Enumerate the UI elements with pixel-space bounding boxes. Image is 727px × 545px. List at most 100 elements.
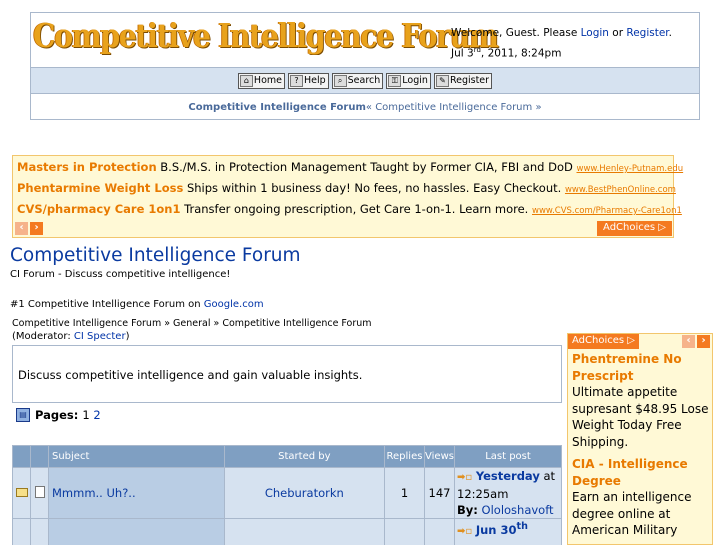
- header-views: Views: [424, 445, 455, 468]
- page-link-2[interactable]: 2: [93, 408, 100, 422]
- ad-nav: ‹ ›: [15, 222, 43, 235]
- last-post-when[interactable]: Yesterday: [476, 469, 540, 483]
- topic-subject-link[interactable]: Mmmm.. Uh?..: [52, 486, 136, 500]
- side-ad-title-text: Phentremine No Prescript: [572, 352, 682, 383]
- last-post-date: Jun 30: [475, 522, 517, 537]
- help-button[interactable]: ? Help: [287, 72, 329, 89]
- page-title: Competitive Intelligence Forum: [10, 245, 301, 266]
- ad-item[interactable]: CVS/pharmacy Care 1on1 Transfer ongoing …: [17, 202, 682, 216]
- home-label: Home: [253, 75, 282, 86]
- topic-starter-link[interactable]: Cheburatorkn: [265, 486, 344, 500]
- last-post-when[interactable]: Jun 30th: [475, 521, 528, 537]
- ad-next-icon[interactable]: ›: [697, 335, 710, 348]
- moderator-link[interactable]: CI Specter: [74, 331, 126, 342]
- ad-url[interactable]: www.BestPhenOnline.com: [565, 185, 676, 195]
- topic-type-cell: [30, 467, 49, 519]
- moderator-prefix: (Moderator:: [12, 331, 74, 342]
- login-label: Login: [402, 75, 428, 86]
- ad-nav: ‹ ›: [682, 335, 710, 348]
- date-sup: rd: [473, 46, 481, 54]
- last-post-arrow-icon[interactable]: ➡▫: [457, 472, 472, 483]
- login-icon: ⚿: [388, 74, 402, 87]
- header-icon2-col: [30, 445, 49, 468]
- side-ad-title[interactable]: Phentremine No Prescript: [572, 351, 710, 384]
- board-description: Discuss competitive intelligence and gai…: [18, 368, 363, 382]
- home-icon: ⌂: [239, 74, 253, 87]
- last-post-date-sup: th: [516, 521, 528, 532]
- ad-next-icon[interactable]: ›: [30, 222, 43, 235]
- welcome-prefix: Welcome, Guest. Please: [451, 27, 581, 39]
- adchoices-badge[interactable]: AdChoices ▷: [597, 221, 672, 236]
- ad-prev-icon[interactable]: ‹: [15, 222, 28, 235]
- table-row: ➡▫ Jun 30th: [12, 518, 562, 545]
- ad-url[interactable]: www.CVS.com/Pharmacy-Care1on1: [532, 206, 682, 216]
- moderator-line: (Moderator: CI Specter): [12, 331, 129, 342]
- side-ad-item[interactable]: Phentremine No Prescript Ultimate appeti…: [572, 351, 710, 450]
- period-text: .: [668, 27, 673, 39]
- home-button[interactable]: ⌂ Home: [237, 72, 285, 89]
- side-ad-title-text: CIA - Intelligence Degree: [572, 457, 688, 488]
- breadcrumb-home-link[interactable]: Competitive Intelligence Forum: [188, 102, 365, 113]
- search-icon: ⌕: [333, 74, 347, 87]
- adchoices-badge[interactable]: AdChoices ▷: [568, 334, 639, 349]
- ad-title[interactable]: CVS/pharmacy Care 1on1: [17, 202, 181, 216]
- google-link[interactable]: Google.com: [204, 299, 264, 310]
- date-prefix: Jul 3: [451, 47, 474, 60]
- logo-row: Competitive Intelligence Forum Welcome, …: [31, 13, 699, 67]
- topic-subject-cell: [48, 518, 225, 545]
- side-ad-item[interactable]: CIA - Intelligence Degree Earn an intell…: [572, 456, 710, 539]
- topic-views: [424, 518, 455, 545]
- register-icon: ✎: [435, 74, 449, 87]
- topic-folder-cell: [12, 467, 31, 519]
- register-button[interactable]: ✎ Register: [433, 72, 493, 89]
- help-icon: ?: [289, 74, 303, 87]
- register-link[interactable]: Register: [626, 27, 668, 39]
- register-label: Register: [449, 75, 490, 86]
- page-current: 1: [82, 408, 90, 422]
- ad-item[interactable]: Phentarmine Weight Loss Ships within 1 b…: [17, 181, 676, 195]
- by-label: By:: [457, 503, 478, 517]
- forum-logo[interactable]: Competitive Intelligence Forum: [33, 16, 499, 55]
- ad-item[interactable]: Masters in Protection B.S./M.S. in Prote…: [17, 160, 683, 174]
- header-icon-col: [12, 445, 31, 468]
- menu-bar: ⌂ Home ? Help ⌕ Search ⚿ Login ✎ Register: [31, 67, 699, 94]
- date-suffix: , 2011, 8:24pm: [480, 47, 562, 60]
- search-button[interactable]: ⌕ Search: [331, 72, 384, 89]
- forum-header: Competitive Intelligence Forum Welcome, …: [30, 12, 700, 120]
- side-ad-text: Ultimate appetite supresant $48.95 Lose …: [572, 385, 709, 449]
- ad-url[interactable]: www.Henley-Putnam.edu: [577, 164, 684, 174]
- table-header-row: Subject Started by Replies Views Last po…: [12, 445, 562, 468]
- pages-label: Pages:: [35, 408, 79, 422]
- ad-text: Transfer ongoing prescription, Get Care …: [180, 202, 532, 216]
- adchoices-label: AdChoices: [603, 222, 656, 233]
- pages-icon: ▤: [16, 408, 30, 422]
- ad-text: Ships within 1 business day! No fees, no…: [183, 181, 565, 195]
- adchoices-label: AdChoices: [572, 335, 625, 346]
- header-replies: Replies: [384, 445, 425, 468]
- search-label: Search: [347, 75, 381, 86]
- google-prefix: #1 Competitive Intelligence Forum on: [10, 299, 204, 310]
- forum-breadcrumb[interactable]: Competitive Intelligence Forum » General…: [12, 318, 372, 329]
- login-button[interactable]: ⚿ Login: [386, 72, 431, 89]
- topic-replies: [384, 518, 425, 545]
- top-ad-block: Masters in Protection B.S./M.S. in Prote…: [12, 155, 683, 238]
- side-ad-text: Earn an intelligence degree online at Am…: [572, 490, 692, 537]
- login-link[interactable]: Login: [581, 27, 609, 39]
- side-ad-title[interactable]: CIA - Intelligence Degree: [572, 456, 710, 489]
- ad-prev-icon[interactable]: ‹: [682, 335, 695, 348]
- topics-table: Subject Started by Replies Views Last po…: [12, 445, 562, 545]
- welcome-line: Welcome, Guest. Please Login or Register…: [451, 25, 672, 42]
- ad-title[interactable]: Masters in Protection: [17, 160, 157, 174]
- page-subtitle: CI Forum - Discuss competitive intellige…: [10, 269, 231, 280]
- last-post-arrow-icon[interactable]: ➡▫: [457, 526, 472, 537]
- last-post-user-link[interactable]: Ololoshavoft: [482, 503, 554, 517]
- topic-subject-cell: Mmmm.. Uh?..: [48, 467, 225, 519]
- header-subject: Subject: [48, 445, 225, 468]
- welcome-box: Welcome, Guest. Please Login or Register…: [451, 25, 672, 63]
- date-line: Jul 3rd, 2011, 8:24pm: [451, 42, 672, 63]
- header-started-by: Started by: [223, 445, 386, 468]
- ad-title[interactable]: Phentarmine Weight Loss: [17, 181, 183, 195]
- google-line: #1 Competitive Intelligence Forum on Goo…: [10, 299, 264, 310]
- breadcrumb: Competitive Intelligence Forum « Competi…: [31, 94, 699, 120]
- ad-text: B.S./M.S. in Protection Management Taugh…: [156, 160, 577, 174]
